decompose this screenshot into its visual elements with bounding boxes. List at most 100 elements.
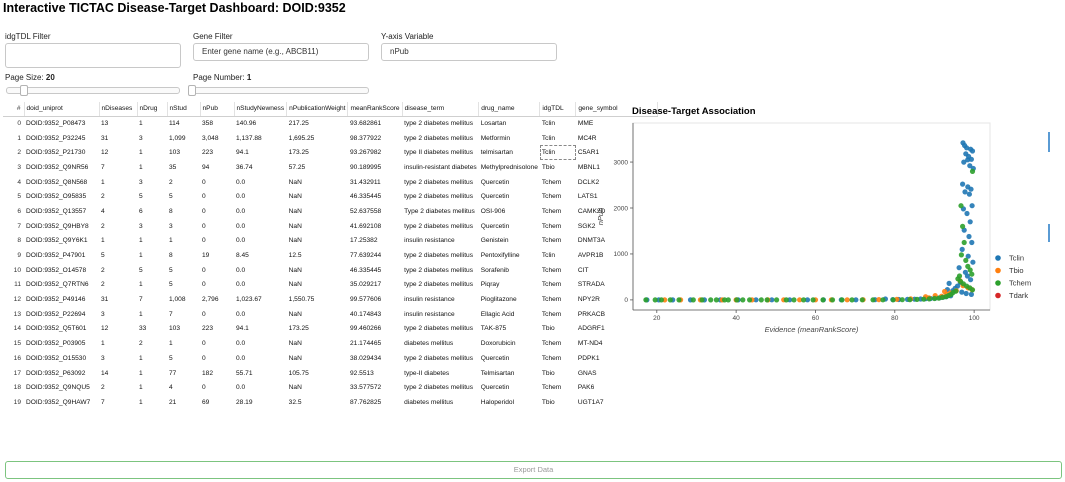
- table-cell[interactable]: 8: [3, 234, 24, 249]
- table-cell[interactable]: NaN: [287, 234, 348, 249]
- table-cell[interactable]: 1: [3, 131, 24, 146]
- table-cell[interactable]: 0: [200, 278, 234, 293]
- table-cell[interactable]: telmisartan: [479, 145, 540, 160]
- table-cell[interactable]: 0: [200, 189, 234, 204]
- table-cell[interactable]: insulin resistance: [402, 234, 479, 249]
- table-cell[interactable]: NaN: [287, 278, 348, 293]
- table-cell[interactable]: 57.25: [287, 160, 348, 175]
- column-header[interactable]: doid_uniprot: [24, 102, 100, 117]
- table-cell[interactable]: type 2 diabetes mellitus: [402, 322, 479, 337]
- table-cell[interactable]: 3,048: [200, 131, 234, 146]
- table-cell[interactable]: NaN: [287, 336, 348, 351]
- table-cell[interactable]: 0: [3, 116, 24, 131]
- table-cell[interactable]: 217.25: [287, 116, 348, 131]
- table-cell[interactable]: 173.25: [287, 322, 348, 337]
- table-cell[interactable]: 36.74: [234, 160, 287, 175]
- table-cell[interactable]: 0.0: [234, 380, 287, 395]
- table-cell[interactable]: 4: [3, 175, 24, 190]
- table-cell[interactable]: 90.189995: [348, 160, 402, 175]
- table-cell[interactable]: 2: [99, 380, 137, 395]
- table-cell[interactable]: 2: [99, 278, 137, 293]
- table-cell[interactable]: 14: [3, 322, 24, 337]
- table-cell[interactable]: 8: [167, 204, 200, 219]
- table-cell[interactable]: 1,550.75: [287, 292, 348, 307]
- table-cell[interactable]: 1: [137, 380, 167, 395]
- table-cell[interactable]: 31: [99, 292, 137, 307]
- table-cell[interactable]: 1: [99, 336, 137, 351]
- table-cell[interactable]: 21: [167, 395, 200, 410]
- table-cell[interactable]: 40.174843: [348, 307, 402, 322]
- table-cell[interactable]: 99.460266: [348, 322, 402, 337]
- table-cell[interactable]: 105.75: [287, 366, 348, 381]
- table-cell[interactable]: Methylprednisolone: [479, 160, 540, 175]
- table-cell[interactable]: 1,023.67: [234, 292, 287, 307]
- table-cell[interactable]: Tchem: [540, 380, 576, 395]
- table-cell[interactable]: Tchem: [540, 234, 576, 249]
- table-cell[interactable]: 2: [3, 145, 24, 160]
- table-cell[interactable]: 1: [137, 395, 167, 410]
- table-cell[interactable]: UGT1A7: [576, 395, 658, 410]
- table-cell[interactable]: 0: [200, 234, 234, 249]
- table-cell[interactable]: Piqray: [479, 278, 540, 293]
- table-cell[interactable]: NaN: [287, 351, 348, 366]
- table-cell[interactable]: 38.029434: [348, 351, 402, 366]
- table-cell[interactable]: 35: [167, 160, 200, 175]
- table-cell[interactable]: type 2 diabetes mellitus: [402, 189, 479, 204]
- table-cell[interactable]: NaN: [287, 219, 348, 234]
- table-cell[interactable]: 7: [3, 219, 24, 234]
- gene-filter-input[interactable]: Enter gene name (e.g., ABCB11): [193, 43, 369, 61]
- table-cell[interactable]: Tchem: [540, 219, 576, 234]
- table-cell[interactable]: Tbio: [540, 366, 576, 381]
- table-cell[interactable]: 1,137.88: [234, 131, 287, 146]
- table-cell[interactable]: 173.25: [287, 145, 348, 160]
- table-cell[interactable]: 1: [137, 248, 167, 263]
- table-cell[interactable]: GNAS: [576, 366, 658, 381]
- table-cell[interactable]: 93.267982: [348, 145, 402, 160]
- table-cell[interactable]: DOID:9352_O14578: [24, 263, 99, 278]
- table-cell[interactable]: 3: [137, 219, 167, 234]
- table-cell[interactable]: DOID:9352_Q9HBY8: [24, 219, 99, 234]
- table-cell[interactable]: insulin resistance: [402, 292, 479, 307]
- page-size-slider[interactable]: [6, 87, 180, 94]
- table-cell[interactable]: 0.0: [234, 307, 287, 322]
- table-cell[interactable]: 2,796: [200, 292, 234, 307]
- table-cell[interactable]: NaN: [287, 380, 348, 395]
- table-cell[interactable]: 0.0: [234, 234, 287, 249]
- table-cell[interactable]: 0: [200, 307, 234, 322]
- table-cell[interactable]: 1: [137, 351, 167, 366]
- table-cell[interactable]: Doxorubicin: [479, 336, 540, 351]
- table-cell[interactable]: 0.0: [234, 278, 287, 293]
- table-cell[interactable]: Telmisartan: [479, 366, 540, 381]
- table-cell[interactable]: 93.682861: [348, 116, 402, 131]
- table-cell[interactable]: 77: [167, 366, 200, 381]
- table-cell[interactable]: 19: [3, 395, 24, 410]
- table-cell[interactable]: 55.71: [234, 366, 287, 381]
- table-cell[interactable]: 12: [99, 322, 137, 337]
- table-cell[interactable]: 0: [200, 336, 234, 351]
- column-header[interactable]: nDiseases: [99, 102, 138, 117]
- column-header[interactable]: disease_term: [402, 102, 480, 117]
- table-cell[interactable]: 17: [3, 366, 24, 381]
- table-cell[interactable]: 1: [137, 307, 167, 322]
- table-cell[interactable]: 103: [167, 322, 200, 337]
- table-cell[interactable]: 18: [3, 380, 24, 395]
- table-cell[interactable]: 94.1: [234, 322, 287, 337]
- table-cell[interactable]: 16: [3, 351, 24, 366]
- table-cell[interactable]: 41.692108: [348, 219, 402, 234]
- page-number-slider-handle[interactable]: [188, 85, 196, 96]
- table-cell[interactable]: 1: [167, 234, 200, 249]
- table-cell[interactable]: 31.432911: [348, 175, 402, 190]
- table-cell[interactable]: 8.45: [234, 248, 287, 263]
- table-cell[interactable]: Tclin: [540, 116, 576, 131]
- table-cell[interactable]: Quercetin: [479, 219, 540, 234]
- table-cell[interactable]: 0.0: [234, 204, 287, 219]
- table-cell[interactable]: 10: [3, 263, 24, 278]
- table-cell[interactable]: Quercetin: [479, 380, 540, 395]
- table-cell[interactable]: DOID:9352_Q5T601: [24, 322, 99, 337]
- table-cell[interactable]: 2: [167, 175, 200, 190]
- table-cell[interactable]: 5: [137, 263, 167, 278]
- table-cell[interactable]: 0: [200, 219, 234, 234]
- table-cell[interactable]: 13: [99, 116, 137, 131]
- table-cell[interactable]: 5: [137, 189, 167, 204]
- column-header[interactable]: idgTDL: [539, 102, 577, 117]
